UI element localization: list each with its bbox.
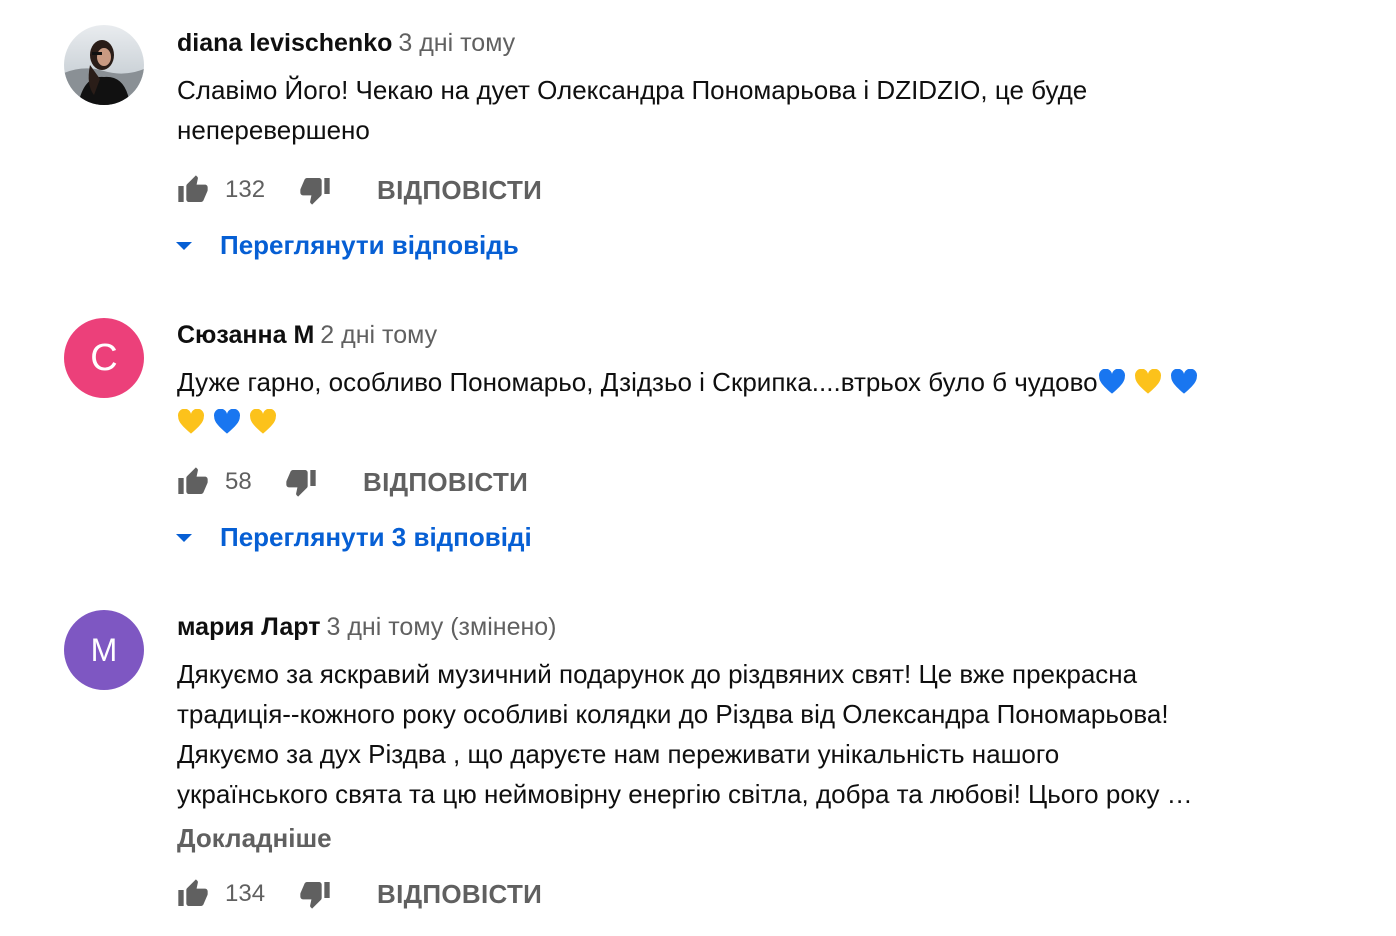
comment-text-line: Дякуємо за яскравий музичний подарунок д… <box>177 659 1138 689</box>
view-replies-label: Переглянути відповідь <box>220 230 519 260</box>
yellow-heart-icon <box>250 409 276 434</box>
comment-text-line: Дуже гарно, особливо Пономарьо, Дзідзьо … <box>177 362 1307 402</box>
comment-text: Дуже гарно, особливо Пономарьо, Дзідзьо … <box>177 362 1307 442</box>
like-count: 58 <box>225 468 252 495</box>
dislike-button[interactable] <box>299 878 331 910</box>
like-button[interactable] <box>177 466 209 498</box>
view-replies-label: Переглянути 3 відповіді <box>220 522 532 552</box>
yellow-heart-icon <box>178 409 204 434</box>
author-name[interactable]: Сюзанна М <box>177 321 314 349</box>
read-more-button[interactable]: Докладніше <box>177 822 332 854</box>
thumbs-down-icon <box>286 470 316 497</box>
comment-actions: 58 ВІДПОВІСТИ <box>177 462 528 502</box>
caret-down-icon <box>176 533 192 542</box>
view-replies-button[interactable]: Переглянути відповідь <box>174 230 519 261</box>
comment-timestamp[interactable]: 2 дні тому <box>320 321 437 349</box>
reply-button[interactable]: ВІДПОВІСТИ <box>377 879 542 910</box>
thumbs-down-icon <box>300 882 330 909</box>
dislike-button[interactable] <box>299 174 331 206</box>
comment-actions: 134 ВІДПОВІСТИ <box>177 874 542 914</box>
blue-heart-icon <box>214 409 240 434</box>
avatar-letter: С <box>90 336 118 379</box>
author-name[interactable]: diana levischenko <box>177 29 392 57</box>
dislike-button[interactable] <box>285 466 317 498</box>
comment-timestamp[interactable]: 3 дні тому <box>398 29 515 57</box>
like-count: 134 <box>225 880 266 907</box>
thumbs-up-icon <box>178 175 208 202</box>
thumbs-up-icon <box>178 879 208 906</box>
comment-header: Сюзанна М2 дні тому <box>177 320 437 350</box>
comment-text-line: українського свята та цю неймовірну енер… <box>177 779 1193 809</box>
yellow-heart-icon <box>1134 369 1161 394</box>
comment-text: Дякуємо за яскравий музичний подарунок д… <box>177 654 1307 814</box>
avatar[interactable] <box>64 25 144 105</box>
blue-heart-icon <box>1170 369 1197 394</box>
thumbs-up-icon <box>178 467 208 494</box>
comment-text-line <box>177 402 1307 442</box>
reply-button[interactable]: ВІДПОВІСТИ <box>377 175 542 206</box>
view-replies-button[interactable]: Переглянути 3 відповіді <box>174 522 532 553</box>
comment-text-segment: Дуже гарно, особливо Пономарьо, Дзідзьо … <box>177 367 1098 397</box>
like-count: 132 <box>225 176 266 203</box>
comment-header: мария Ларт 3 дні тому (змінено) <box>177 612 557 642</box>
comment-timestamp[interactable]: 3 дні тому (змінено) <box>327 613 557 641</box>
comment-text-line: Дякуємо за дух Різдва , що даруєте нам п… <box>177 739 1060 769</box>
comment-text-line: традиція--кожного року особливі колядки … <box>177 699 1169 729</box>
author-name[interactable]: мария Ларт <box>177 613 321 641</box>
thumbs-down-icon <box>300 178 330 205</box>
avatar[interactable]: С <box>64 318 144 398</box>
blue-heart-icon <box>1098 369 1125 394</box>
avatar-photo-icon <box>64 25 144 105</box>
reply-button[interactable]: ВІДПОВІСТИ <box>363 467 528 498</box>
caret-down-icon <box>176 241 192 250</box>
like-button[interactable] <box>177 878 209 910</box>
comment-actions: 132 ВІДПОВІСТИ <box>177 170 542 210</box>
avatar-letter: М <box>90 631 118 668</box>
comment-header: diana levischenko 3 дні тому <box>177 28 515 58</box>
comment-text-line: неперевершено <box>177 115 370 145</box>
like-button[interactable] <box>177 174 209 206</box>
comment-text-line: Славімо Його! Чекаю на дует Олександра П… <box>177 75 1088 105</box>
avatar[interactable]: М <box>64 610 144 690</box>
comment-text: Славімо Його! Чекаю на дует Олександра П… <box>177 70 1307 150</box>
